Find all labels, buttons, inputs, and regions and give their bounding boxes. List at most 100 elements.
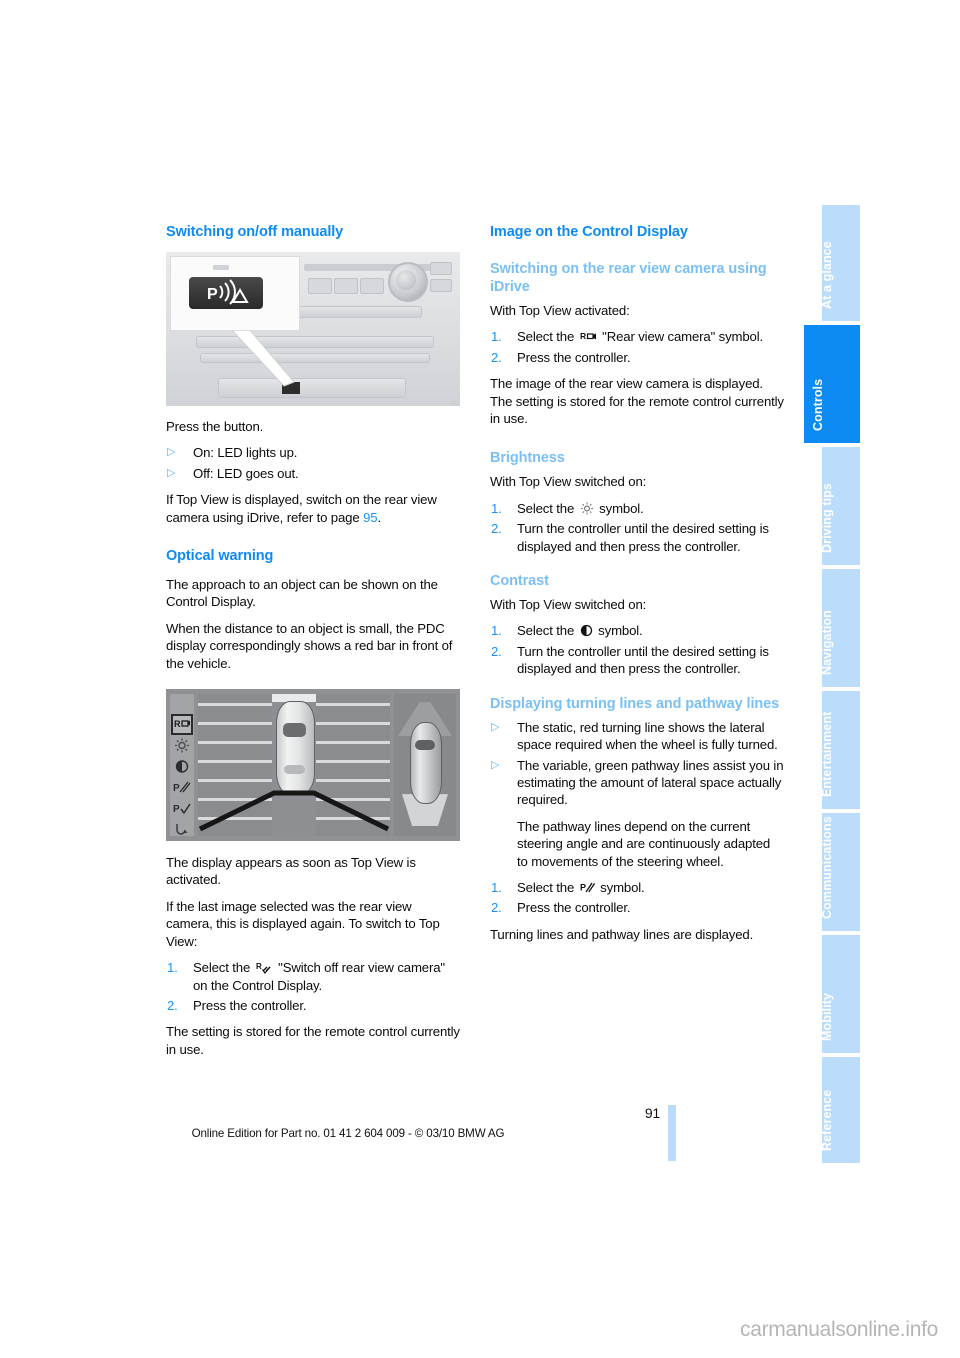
left-column: Switching on/off manually P Press the bu… [166,224,460,1058]
sidebar-item-label: Navigation [820,610,834,675]
subheading-contrast: Contrast [490,573,549,590]
list-turning-pathway: ▷ The static, red turning line shows the… [490,719,784,809]
edition-line: Online Edition for Part no. 01 41 2 604 … [191,1127,505,1140]
step-number: 2. [491,643,502,659]
list-item: 2. Press the controller. [166,997,460,1014]
list-item: 1. Select the P symbol. [490,879,784,896]
step-text-before: Turn the controller until the desired se… [517,521,769,554]
step-number: 1. [491,879,502,895]
paragraph-press-button: Press the button. [166,419,264,434]
triangle-bullet-icon: ▷ [167,466,176,479]
paragraph-text: If Top View is displayed, switch on the … [166,492,437,525]
paragraph-contrast-intro: With Top View switched on: [490,597,647,613]
step-text-before: Select the [517,500,578,516]
manual-page: At a glance Controls Driving tips Naviga… [0,0,960,1358]
page-number: 91 [644,1105,660,1121]
list-item-label: Off: LED goes out. [193,465,299,481]
paragraph-display-appears: The display appears as soon as Top View … [166,855,416,888]
list-item: 1. Select the symbol. [490,500,784,517]
sidebar-item-mobility[interactable]: Mobility [820,935,860,1055]
paragraph-optical-2: When the distance to an object is small,… [166,620,453,671]
list-item: ▷ Off: LED goes out. [166,465,460,482]
triangle-bullet-icon: ▷ [491,720,500,733]
figure-code: WCUL n5AVn [450,400,457,406]
step-text-before: Press the controller. [517,349,631,365]
right-column: Image on the Control Display Switching o… [490,224,784,943]
sidebar-item-entertainment[interactable]: Entertainment [820,691,860,811]
step-text-after: "Rear view camera" symbol. [598,329,764,345]
sidebar-item-label: Mobility [820,992,834,1041]
section-heading-optical-warning: Optical warning [166,548,274,565]
list-item: ▷ On: LED lights up. [166,444,460,461]
sidebar-item-label: Entertainment [820,711,834,797]
paragraph-brightness-intro: With Top View switched on: [490,474,647,490]
topview-side-vehicle-windshield [415,740,435,751]
pdc-led-indicator [213,265,229,270]
sidebar-item-label: Driving tips [820,483,834,553]
page-footer: 91 Online Edition for Part no. 01 41 2 6… [0,1105,960,1175]
paragraph-text-end: . [377,509,381,525]
topview-side-panel [394,694,456,837]
rear-view-camera-symbol-icon: R [580,330,597,343]
step-text-after: symbol. [594,623,643,639]
page-reference-link[interactable]: 95 [363,510,378,525]
triangle-bullet-icon: ▷ [167,446,176,459]
list-item-label: The static, red turning line shows the l… [517,719,778,753]
step-text-after: symbol. [595,500,644,516]
paragraph-with-topview-activated: With Top View activated: [490,303,630,318]
footer-blue-marker [668,1105,676,1161]
figure-top-view-display: R P P [166,689,460,842]
step-text-before: Turn the controller until the desired se… [517,643,769,677]
subheading-turning-pathway-lines: Displaying turning lines and pathway lin… [490,695,780,712]
sidebar-item-navigation[interactable]: Navigation [820,569,860,689]
step-number: 2. [491,349,502,365]
step-text-before: Select the [517,623,578,639]
subheading-brightness: Brightness [490,450,565,467]
paragraph-last-image: If the last image selected was the rear … [166,898,440,949]
sidebar-item-controls[interactable]: Controls [804,325,860,445]
step-text-before: Press the controller. [193,997,307,1013]
list-item: 2. Turn the controller until the desired… [490,520,784,555]
step-text-before: Select the [193,960,254,976]
step-number: 1. [491,623,502,639]
sidebar-item-driving-tips[interactable]: Driving tips [820,447,860,567]
contrast-halfcircle-symbol-icon [580,624,593,637]
list-item-label: The variable, green pathway lines assist… [517,757,784,808]
list-item: ▷ The variable, green pathway lines assi… [490,757,784,809]
subheading-switching-rear-view-camera: Switching on the rear view camera using … [490,261,767,295]
list-brightness-steps: 1. Select the symbol. 2. Turn the contro… [490,500,784,555]
svg-text:P: P [207,286,218,303]
list-contrast-steps: 1. Select the symbol. 2. Turn the contro… [490,622,784,677]
sidebar-item-at-a-glance[interactable]: At a glance [820,205,860,323]
step-number: 1. [167,960,178,976]
step-text-after: symbol. [596,879,645,895]
paragraph-pathway-depend: The pathway lines depend on the current … [517,818,771,869]
sidebar-item-label: Controls [811,378,825,431]
list-item: 1. Select the R "Switch off rear view ca… [166,959,460,994]
step-number: 2. [491,900,502,916]
list-turning-steps: 1. Select the P symbol. 2. Press the con… [490,879,784,917]
svg-text:P: P [580,882,586,892]
paragraph-setting-stored: The setting is stored for the remote con… [166,1024,460,1057]
sidebar-item-communications[interactable]: Communications [820,813,860,933]
list-item: 1. Select the symbol. [490,622,784,639]
list-item: 2. Turn the controller until the desired… [490,643,784,678]
page-title: Switching on/off manually [166,224,344,240]
step-number: 2. [491,521,502,537]
paragraph-optical-1: The approach to an object can be shown o… [166,577,438,610]
pathway-lines-symbol-icon: P [580,881,595,894]
site-watermark: carmanualsonline.info [740,1318,938,1341]
paragraph-topview-reference: If Top View is displayed, switch on the … [166,491,460,526]
callout-box-pdc-button: P [170,256,300,331]
brightness-sun-symbol-icon [580,502,594,515]
sidebar-item-label: Communications [820,816,834,919]
step-text-before: Select the [517,879,578,895]
list-item: 1. Select the R "Rear view camera" symbo… [490,328,784,345]
pdc-button-enlarged: P [189,277,263,309]
topview-side-vehicle [410,722,442,805]
step-number: 1. [491,500,502,516]
